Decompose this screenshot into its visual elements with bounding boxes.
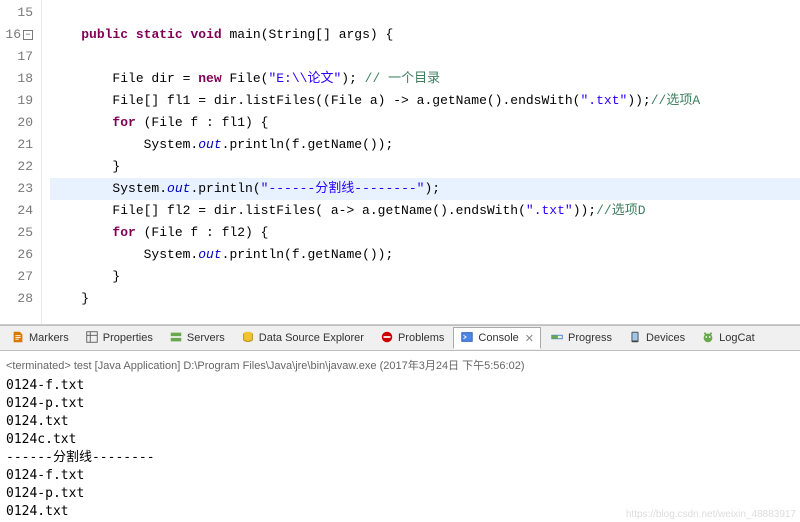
tab-label: Progress [568, 332, 612, 344]
line-number: 28 [0, 288, 33, 310]
code-line[interactable]: File[] fl2 = dir.listFiles( a-> a.getNam… [50, 200, 800, 222]
console-line: 0124-f.txt [6, 467, 794, 485]
code-line[interactable]: for (File f : fl1) { [50, 112, 800, 134]
code-line[interactable] [50, 2, 800, 24]
markers-icon [11, 330, 25, 347]
line-number: 15 [0, 2, 33, 24]
tab-label: Problems [398, 332, 444, 344]
console-terminated-header: <terminated> test [Java Application] D:\… [0, 351, 800, 377]
code-line[interactable]: File[] fl1 = dir.listFiles((File a) -> a… [50, 90, 800, 112]
dse-icon [241, 330, 255, 347]
code-line[interactable]: public static void main(String[] args) { [50, 24, 800, 46]
console-output[interactable]: 0124-f.txt0124-p.txt0124.txt0124c.txt---… [0, 377, 800, 521]
line-number: 16− [0, 24, 33, 46]
line-number: 19 [0, 90, 33, 112]
tab-properties[interactable]: Properties [78, 327, 160, 349]
tab-label: LogCat [719, 332, 754, 344]
watermark: https://blog.csdn.net/weixin_48883917 [626, 509, 796, 520]
code-line[interactable]: System.out.println(f.getName()); [50, 244, 800, 266]
logcat-icon [701, 330, 715, 347]
tab-logcat[interactable]: LogCat [694, 327, 761, 349]
progress-icon [550, 330, 564, 347]
code-area[interactable]: public static void main(String[] args) {… [42, 0, 800, 324]
line-number: 20 [0, 112, 33, 134]
tab-console[interactable]: Console ✕ [453, 327, 541, 349]
tab-progress[interactable]: Progress [543, 327, 619, 349]
tab-label: Devices [646, 332, 685, 344]
tab-markers[interactable]: Markers [4, 327, 76, 349]
line-number-gutter: 1516−171819202122232425262728 [0, 0, 42, 324]
tab-label: Markers [29, 332, 69, 344]
console-line: 0124-p.txt [6, 395, 794, 413]
tab-label: Servers [187, 332, 225, 344]
console-line: 0124.txt [6, 413, 794, 431]
console-icon [460, 330, 474, 347]
tab-problems[interactable]: Problems [373, 327, 451, 349]
line-number: 27 [0, 266, 33, 288]
problems-icon [380, 330, 394, 347]
code-line[interactable]: System.out.println("------分割线--------"); [50, 178, 800, 200]
properties-icon [85, 330, 99, 347]
tab-servers[interactable]: Servers [162, 327, 232, 349]
tab-dse[interactable]: Data Source Explorer [234, 327, 371, 349]
line-number: 22 [0, 156, 33, 178]
fold-toggle-icon[interactable]: − [23, 30, 33, 40]
code-editor[interactable]: 1516−171819202122232425262728 public sta… [0, 0, 800, 325]
views-tabbar[interactable]: Markers Properties Servers Data Source Expl… [0, 325, 800, 351]
code-line[interactable]: System.out.println(f.getName()); [50, 134, 800, 156]
line-number: 21 [0, 134, 33, 156]
code-line[interactable]: } [50, 266, 800, 288]
code-line[interactable]: File dir = new File("E:\\论文"); // 一个目录 [50, 68, 800, 90]
tab-devices[interactable]: Devices [621, 327, 692, 349]
line-number: 23 [0, 178, 33, 200]
line-number: 18 [0, 68, 33, 90]
servers-icon [169, 330, 183, 347]
tab-label: Properties [103, 332, 153, 344]
console-line: 0124-p.txt [6, 485, 794, 503]
code-line[interactable]: for (File f : fl2) { [50, 222, 800, 244]
tab-label: Data Source Explorer [259, 332, 364, 344]
console-line: 0124c.txt [6, 431, 794, 449]
code-line[interactable] [50, 46, 800, 68]
line-number: 17 [0, 46, 33, 68]
code-line[interactable]: } [50, 156, 800, 178]
tab-label: Console [478, 332, 518, 344]
line-number: 25 [0, 222, 33, 244]
line-number: 26 [0, 244, 33, 266]
devices-icon [628, 330, 642, 347]
close-icon[interactable]: ✕ [525, 332, 534, 345]
console-line: 0124-f.txt [6, 377, 794, 395]
code-line[interactable]: } [50, 288, 800, 310]
line-number: 24 [0, 200, 33, 222]
console-line: ------分割线-------- [6, 449, 794, 467]
